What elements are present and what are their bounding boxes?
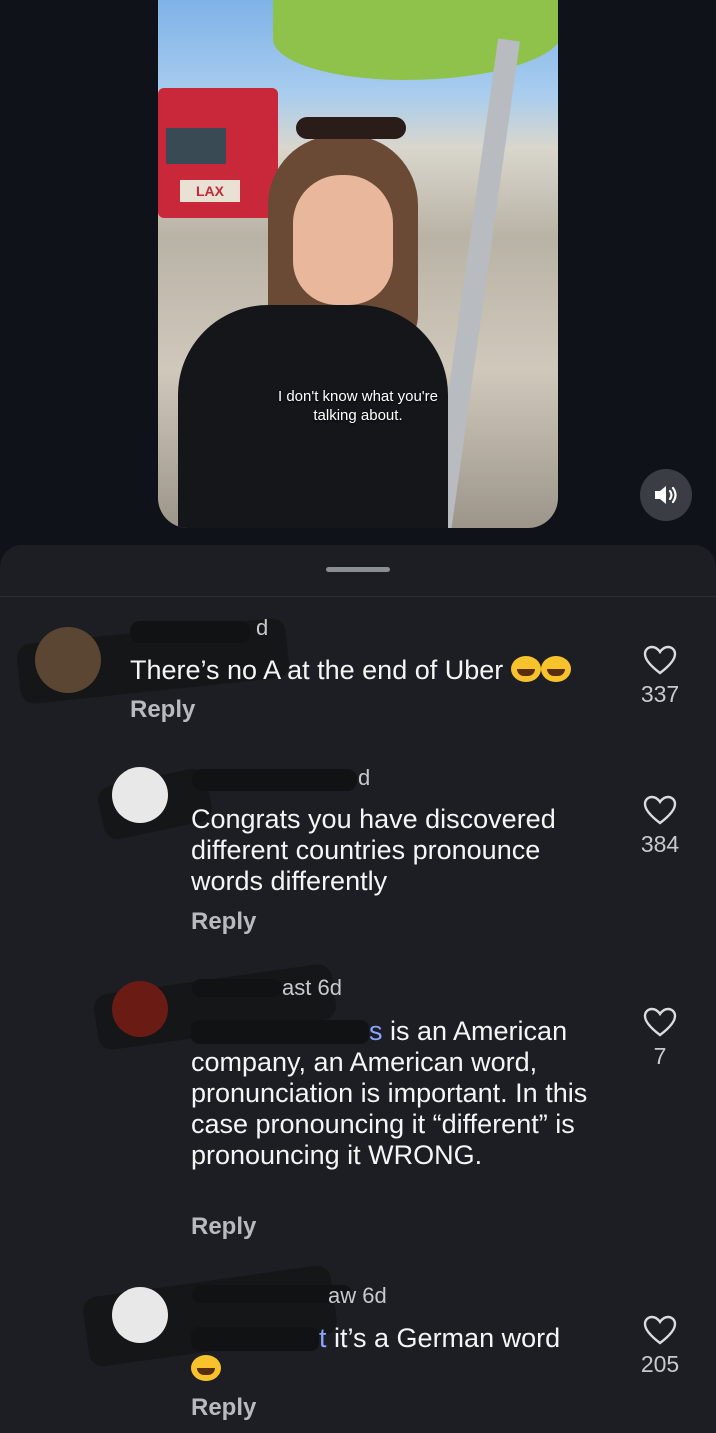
like-count: 384: [640, 831, 680, 857]
comments-sheet: d There’s no A at the end of Uber Reply …: [0, 545, 716, 1433]
like-count: 205: [640, 1351, 680, 1377]
comment-item: ast 6d s is an American company, an Amer…: [0, 962, 716, 1255]
comment-text: t it’s a German word: [191, 1323, 601, 1385]
username-redaction: [130, 621, 250, 643]
like-button[interactable]: 337: [630, 645, 690, 708]
like-count: 337: [640, 681, 680, 707]
heart-icon: [643, 795, 677, 825]
reply-button[interactable]: Reply: [191, 908, 256, 936]
avatar[interactable]: [112, 767, 168, 823]
heart-icon: [643, 1315, 677, 1345]
like-count: 7: [653, 1043, 667, 1069]
grinning-emoji-icon: [191, 1355, 221, 1381]
comment-username[interactable]: d: [358, 765, 370, 791]
mention-link[interactable]: t: [319, 1323, 327, 1353]
reply-button[interactable]: Reply: [191, 1213, 256, 1241]
like-button[interactable]: 205: [630, 1315, 690, 1378]
like-button[interactable]: 384: [630, 795, 690, 858]
speaker-icon: [655, 486, 677, 504]
username-redaction: [192, 769, 357, 791]
mention-redaction: [191, 1020, 369, 1044]
sound-button[interactable]: [640, 469, 692, 521]
video-area: LAX I don't know what you're talking abo…: [0, 0, 716, 548]
username-redaction: [192, 979, 282, 997]
laughing-emoji-icon: [510, 656, 541, 682]
avatar[interactable]: [112, 1287, 168, 1343]
reply-button[interactable]: Reply: [191, 1394, 256, 1422]
mention-link[interactable]: s: [369, 1016, 383, 1046]
comment-text-body: it’s a German word: [326, 1323, 561, 1353]
comment-username[interactable]: d: [256, 615, 268, 641]
person-image: [178, 115, 478, 528]
comment-text: There’s no A at the end of Uber: [130, 655, 610, 686]
face: [293, 175, 393, 305]
video-caption: I don't know what you're talking about.: [278, 388, 438, 424]
comment-text: Congrats you have discovered different c…: [191, 804, 556, 896]
avatar[interactable]: [112, 981, 168, 1037]
comment-username[interactable]: aw 6d: [328, 1283, 387, 1309]
comment-text-body: There’s no A at the end of Uber: [130, 655, 504, 685]
reply-button[interactable]: Reply: [130, 696, 195, 724]
heart-icon: [643, 645, 677, 675]
heart-icon: [643, 1007, 677, 1037]
mention-redaction: [191, 1327, 319, 1351]
laughing-emoji-icon: [540, 656, 571, 682]
drag-handle[interactable]: [326, 567, 390, 572]
video-player[interactable]: LAX I don't know what you're talking abo…: [158, 0, 558, 528]
comment-username[interactable]: ast 6d: [282, 975, 342, 1001]
comment-item: aw 6d t it’s a German word Reply 205: [0, 1263, 716, 1433]
comment-item: d Congrats you have discovered different…: [0, 757, 716, 937]
avatar[interactable]: [35, 627, 101, 693]
sunglasses: [296, 117, 406, 139]
like-button[interactable]: 7: [630, 1007, 690, 1070]
divider: [0, 596, 716, 597]
comment-text: s is an American company, an American wo…: [191, 1016, 591, 1171]
comment-item: d There’s no A at the end of Uber Reply …: [0, 605, 716, 745]
